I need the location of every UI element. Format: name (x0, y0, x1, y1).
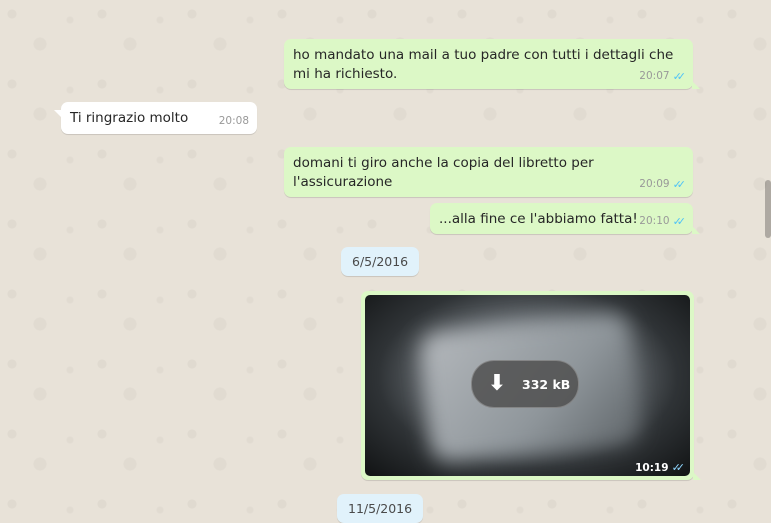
message-text: domani ti giro anche la copia del libret… (293, 155, 599, 190)
bubble-tail (692, 81, 700, 89)
date-divider: 11/5/2016 (337, 494, 424, 523)
message-outgoing[interactable]: ...alla fine ce l'abbiamo fatta! 20:10 ✓… (430, 203, 700, 234)
bubble-tail (692, 226, 700, 234)
chat-pane[interactable]: ho mandato una mail a tuo padre con tutt… (0, 0, 771, 523)
scrollbar-thumb[interactable] (765, 180, 771, 238)
bubble-tail (54, 110, 62, 118)
image-message[interactable]: ⬇ 332 kB 10:19 ✓✓ (361, 291, 701, 480)
message-meta: 20:09 ✓✓ (639, 175, 687, 194)
read-receipt-icon: ✓✓ (672, 215, 687, 228)
file-size: 332 kB (522, 376, 571, 392)
message-meta: 20:08 (219, 112, 249, 131)
bubble-tail (693, 472, 701, 480)
read-receipt-icon: ✓✓ (672, 178, 687, 191)
download-button[interactable]: ⬇ 332 kB (471, 360, 579, 408)
message-meta: 10:19 ✓✓ (635, 461, 686, 474)
message-meta: 20:07 ✓✓ (639, 67, 687, 86)
read-receipt-icon: ✓✓ (672, 70, 687, 83)
message-incoming[interactable]: Ti ringrazio molto 20:08 (54, 102, 257, 134)
message-meta: 20:10 ✓✓ (639, 212, 687, 231)
message-time: 20:10 (639, 215, 670, 227)
message-time: 10:19 (635, 461, 669, 474)
message-text: ho mandato una mail a tuo padre con tutt… (293, 47, 678, 82)
message-time: 20:07 (639, 70, 670, 82)
read-receipt-icon: ✓✓ (671, 461, 686, 474)
message-outgoing[interactable]: domani ti giro anche la copia del libret… (284, 147, 693, 197)
message-outgoing[interactable]: ho mandato una mail a tuo padre con tutt… (284, 39, 700, 89)
message-time: 20:08 (218, 115, 249, 127)
message-time: 20:09 (639, 178, 670, 190)
download-icon: ⬇ (487, 371, 507, 396)
date-divider: 6/5/2016 (341, 247, 420, 276)
